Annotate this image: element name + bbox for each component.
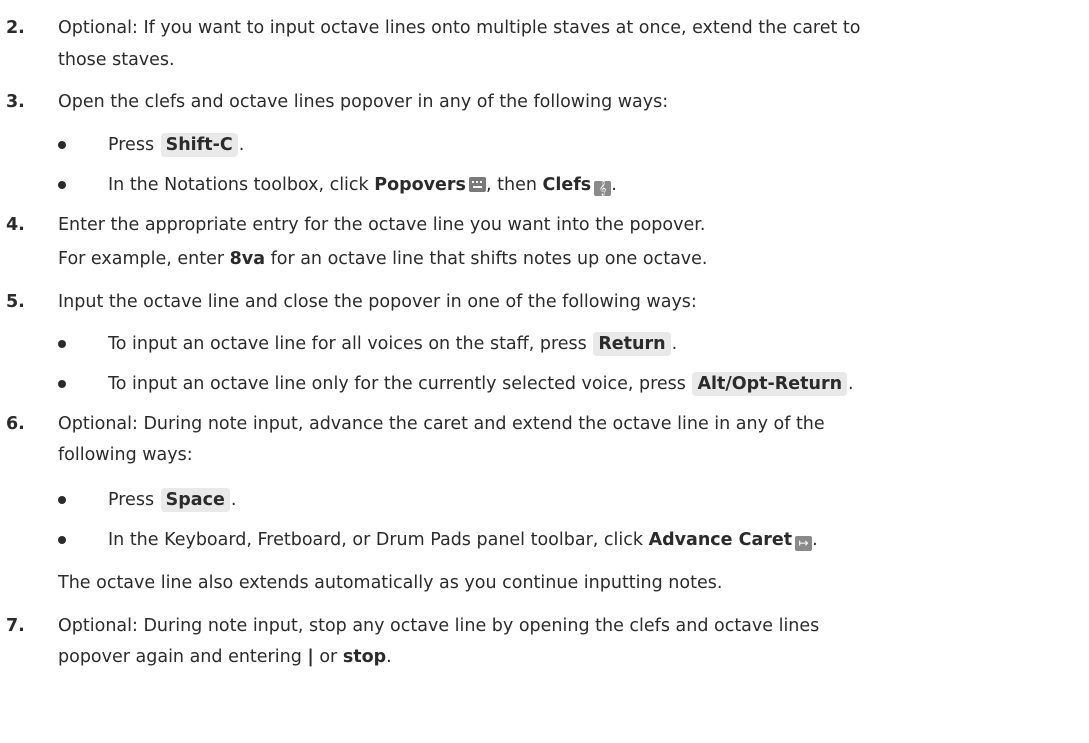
bullet-icon (58, 536, 66, 544)
shortcut-key: Return (593, 332, 671, 356)
list-item: In the Keyboard, Fretboard, or Drum Pads… (108, 530, 818, 551)
treble-clef-icon: 𝄞 (594, 181, 612, 196)
list-item: To input an octave line for all voices o… (108, 332, 678, 356)
step-text: Enter the appropriate entry for the octa… (58, 215, 706, 235)
keyboard-icon (468, 177, 486, 192)
bullet-icon (58, 340, 66, 348)
list-item: In the Notations toolbox, click Popovers… (108, 175, 617, 196)
ui-term: Advance Caret (648, 530, 793, 550)
step-number: 4. (6, 215, 25, 235)
step-text: those staves. (58, 50, 175, 70)
step-text: Optional: During note input, advance the… (58, 414, 825, 434)
document: 2. Optional: If you want to input octave… (0, 0, 1089, 743)
list-item: Press Space. (108, 488, 237, 512)
step-text: Input the octave line and close the popo… (58, 292, 697, 312)
shortcut-key: Space (160, 488, 230, 512)
step-text: popover again and entering | or stop. (58, 647, 392, 667)
example-text: For example, enter 8va for an octave lin… (58, 249, 708, 269)
step-number: 5. (6, 292, 25, 312)
shortcut-key: Shift-C (160, 133, 238, 157)
step-number: 2. (6, 18, 25, 38)
advance-caret-icon: ↦ (795, 536, 813, 551)
bullet-icon (58, 141, 66, 149)
step-text: Optional: During note input, stop any oc… (58, 616, 820, 636)
ui-term: Clefs (542, 175, 592, 195)
step-text: Optional: If you want to input octave li… (58, 18, 861, 38)
note-text: The octave line also extends automatical… (58, 573, 723, 593)
shortcut-key: Alt/Opt-Return (692, 372, 848, 396)
step-text: following ways: (58, 445, 193, 465)
step-text: Open the clefs and octave lines popover … (58, 92, 669, 112)
step-number: 7. (6, 616, 25, 636)
ui-term: Popovers (374, 175, 466, 195)
step-number: 6. (6, 414, 25, 434)
bullet-icon (58, 181, 66, 189)
step-number: 3. (6, 92, 25, 112)
bullet-icon (58, 380, 66, 388)
list-item: To input an octave line only for the cur… (108, 372, 854, 396)
list-item: Press Shift-C. (108, 133, 245, 157)
bullet-icon (58, 496, 66, 504)
